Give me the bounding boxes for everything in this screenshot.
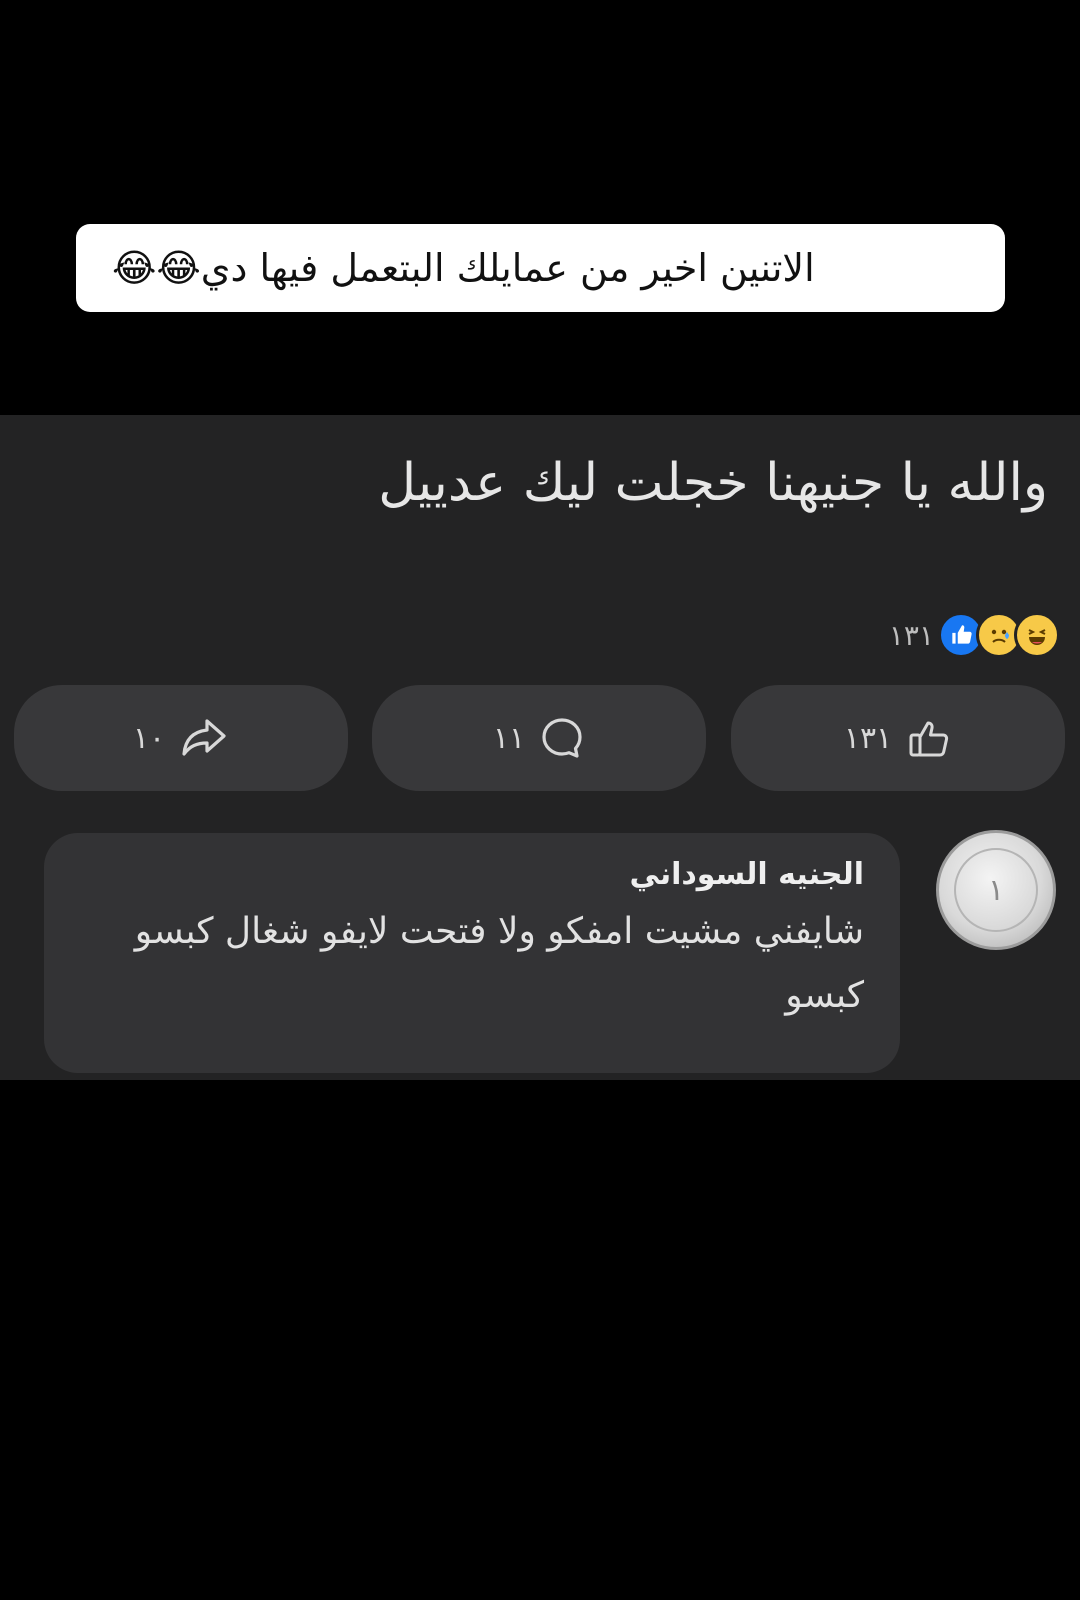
- comment-bubble: الجنيه السوداني شايفني مشيت امفكو ولا فت…: [44, 833, 900, 1073]
- comment-bubble-icon: [539, 715, 585, 761]
- commenter-avatar[interactable]: ١: [936, 830, 1056, 950]
- comment-button[interactable]: ١١: [372, 685, 706, 791]
- caption-banner: الاتنين اخير من عمايلك البتعمل فيها دي😂😂: [76, 224, 1005, 312]
- comment-body: شايفني مشيت امفكو ولا فتحت لايفو شغال كب…: [134, 911, 864, 1016]
- like-button[interactable]: ١٣١: [731, 685, 1065, 791]
- coin-icon: ١: [954, 848, 1038, 932]
- share-button[interactable]: ١٠: [14, 685, 348, 791]
- share-count: ١٠: [132, 720, 166, 756]
- thumbs-up-icon: [906, 715, 952, 761]
- reaction-count: ١٣١: [888, 618, 934, 652]
- share-arrow-icon: [179, 715, 229, 761]
- laugh-reaction-icon: [1014, 612, 1060, 658]
- reactions-summary[interactable]: ١٣١: [889, 610, 1060, 660]
- like-count: ١٣١: [843, 720, 893, 756]
- comment-count: ١١: [492, 720, 526, 756]
- comment-author[interactable]: الجنيه السوداني: [80, 857, 864, 892]
- caption-text: الاتنين اخير من عمايلك البتعمل فيها دي😂😂: [112, 246, 815, 290]
- avatar-glyph: ١: [987, 872, 1005, 908]
- facebook-post: والله يا جنيهنا خجلت ليك عدييل ١٣١ ١٣١ ١…: [0, 415, 1080, 1080]
- post-text: والله يا جنيهنا خجلت ليك عدييل: [378, 453, 1048, 513]
